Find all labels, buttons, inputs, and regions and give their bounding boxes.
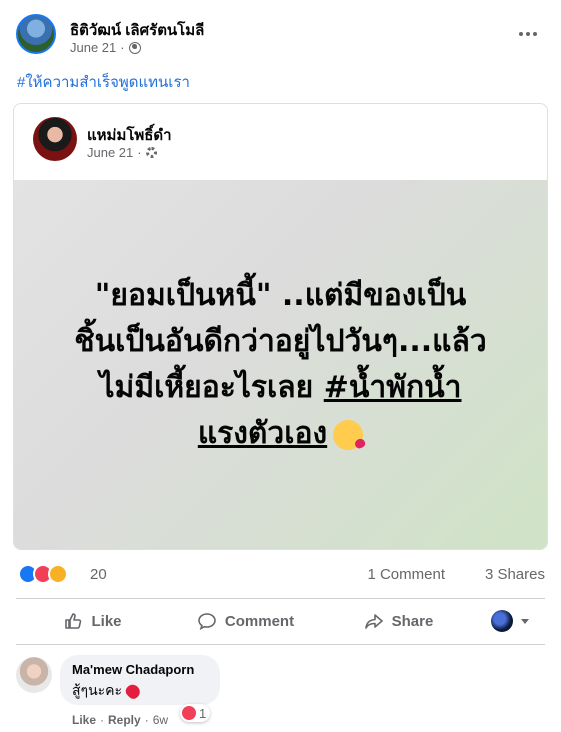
dot-icon [519, 32, 523, 36]
text-line-3: ไม่มีเหี้ยอะไรเลย #น้ำพักน้ำ [46, 365, 516, 411]
chevron-down-icon [521, 618, 529, 624]
text-post-background: "ยอมเป็นหนี้" ..แต่มีของเป็น ชิ้นเป็นอัน… [14, 180, 547, 549]
comment-count[interactable]: 1 Comment [367, 566, 445, 583]
share-icon [364, 614, 383, 629]
like-label: Like [91, 612, 122, 630]
commenter-name[interactable]: Ma'mew Chadaporn [72, 662, 208, 677]
post-meta: June 21 · [70, 40, 141, 55]
comment-text: สู้ๆนะคะ [72, 680, 208, 702]
post-actions: Like Comment Share [16, 602, 545, 640]
shared-date[interactable]: June 21 [87, 145, 133, 160]
shared-meta: June 21 · [87, 145, 157, 160]
gear-icon [145, 147, 157, 158]
shared-author-avatar[interactable] [33, 117, 77, 161]
comment-icon [198, 613, 216, 631]
love-reaction-icon [182, 706, 196, 720]
dot-icon [526, 32, 530, 36]
text-post-content: "ยอมเป็นหนี้" ..แต่มีของเป็น ชิ้นเป็นอัน… [46, 273, 516, 457]
text-line-2: ชิ้นเป็นอันดีกว่าอยู่ไปวันๆ...แล้ว [74, 324, 487, 359]
share-button[interactable]: Share [322, 602, 475, 640]
reaction-icons[interactable] [18, 564, 68, 584]
share-audience-selector[interactable] [475, 602, 545, 640]
post-date[interactable]: June 21 [70, 40, 116, 55]
text-line-1: "ยอมเป็นหนี้" ..แต่มีของเป็น [94, 278, 467, 313]
dot-icon [533, 32, 537, 36]
shared-post: แหม่มโพธิ์ดำ June 21 · "ยอมเป็นหนี้" ..แ… [13, 103, 548, 550]
kiss-emoji-icon [333, 419, 364, 450]
meta-separator: · [120, 40, 125, 55]
shared-author-name[interactable]: แหม่มโพธิ์ดำ [87, 123, 172, 147]
meta-separator: · [137, 145, 142, 160]
share-label: Share [391, 612, 434, 630]
globe-icon[interactable] [128, 41, 141, 54]
comment-actions: Like · Reply · 6w [72, 713, 168, 727]
shared-header: แหม่มโพธิ์ดำ June 21 · [14, 104, 547, 180]
hashtag-link-1[interactable]: #น้ำพักน้ำ [324, 370, 462, 405]
post-header: ธิติวัฒน์ เลิศรัตนโมลี June 21 · [16, 12, 546, 62]
comment-bubble: Ma'mew Chadaporn สู้ๆนะคะ [60, 655, 220, 705]
more-options-button[interactable] [510, 22, 546, 46]
divider [16, 644, 545, 645]
hashtag-link-2[interactable]: แรงตัวเอง [198, 416, 327, 451]
comment-button[interactable]: Comment [169, 602, 322, 640]
thumbs-up-icon [65, 613, 82, 629]
divider [16, 598, 545, 599]
commenter-avatar[interactable] [16, 657, 52, 693]
care-reaction-icon [48, 564, 68, 584]
reactions-bar: 20 1 Comment 3 Shares [18, 562, 545, 588]
comment-actions-separator: · [100, 713, 105, 727]
comment-body: สู้ๆนะคะ [72, 682, 123, 698]
comment-actions-separator: · [144, 713, 149, 727]
comment-reply-link[interactable]: Reply [108, 713, 141, 727]
reaction-count[interactable]: 20 [90, 566, 107, 583]
comment-age[interactable]: 6w [153, 713, 168, 727]
profile-avatar-icon [491, 610, 513, 632]
post-hashtag[interactable]: #ให้ความสำเร็จพูดแทนเรา [17, 70, 190, 94]
heart-emoji-icon [123, 681, 143, 701]
comment-reaction-count: 1 [199, 705, 207, 721]
text-line-3-body: ไม่มีเหี้ยอะไรเลย [99, 370, 314, 405]
text-line-4: แรงตัวเอง [46, 411, 516, 457]
comment-like-link[interactable]: Like [72, 713, 96, 727]
like-button[interactable]: Like [16, 602, 169, 640]
author-name[interactable]: ธิติวัฒน์ เลิศรัตนโมลี [70, 18, 204, 42]
comment-reaction-badge[interactable]: 1 [180, 704, 211, 722]
comment-label: Comment [224, 612, 295, 630]
author-avatar[interactable] [16, 14, 56, 54]
share-count[interactable]: 3 Shares [485, 566, 545, 583]
